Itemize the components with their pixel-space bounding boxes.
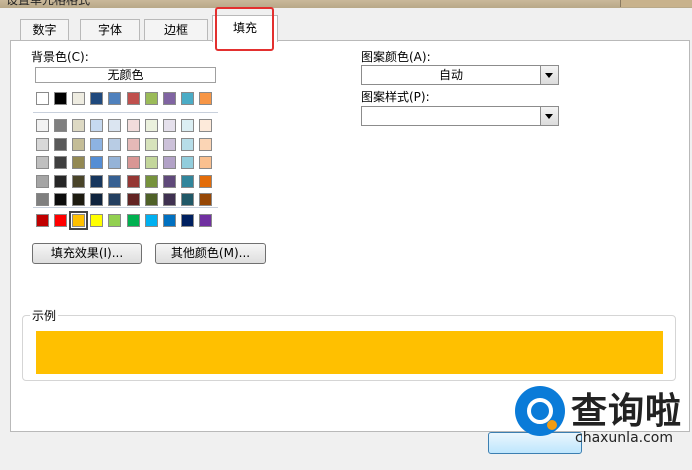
color-swatch-basic-2[interactable]	[72, 92, 86, 105]
color-swatch-shade-2-1[interactable]	[54, 156, 68, 169]
color-swatch-shade-3-6[interactable]	[144, 174, 158, 188]
sample-preview	[36, 331, 663, 374]
color-swatch-shade-1-8[interactable]	[180, 137, 194, 151]
standard-color-swatch-6[interactable]	[144, 214, 158, 227]
color-swatch-shade-4-7[interactable]	[162, 193, 176, 206]
color-swatch-shade-1-6[interactable]	[144, 137, 158, 151]
color-swatch-shade-0-7[interactable]	[162, 119, 176, 132]
color-swatch-shade-0-6[interactable]	[144, 119, 158, 132]
fill-panel: 背景色(C): 无颜色 填充效果(I)... 其他颜色(M)... 图案颜色(A…	[10, 40, 690, 432]
color-swatch-shade-3-7[interactable]	[162, 174, 176, 188]
color-swatch-shade-0-5[interactable]	[126, 119, 140, 132]
background-color-label: 背景色(C):	[31, 50, 89, 64]
color-swatch-shade-0-8[interactable]	[180, 119, 194, 132]
tab-font[interactable]: 字体	[80, 19, 140, 40]
palette-divider	[33, 112, 218, 113]
color-swatch-shade-1-0[interactable]	[36, 137, 49, 151]
logo-icon	[515, 386, 565, 436]
color-swatch-shade-3-8[interactable]	[180, 174, 194, 188]
color-swatch-shade-2-6[interactable]	[144, 156, 158, 169]
color-swatch-shade-3-0[interactable]	[36, 174, 49, 188]
pattern-style-label: 图案样式(P):	[361, 90, 430, 104]
color-swatch-basic-4[interactable]	[108, 92, 122, 105]
color-swatch-basic-3[interactable]	[90, 92, 104, 105]
color-swatch-shade-0-2[interactable]	[72, 119, 86, 132]
color-swatch-shade-1-2[interactable]	[72, 137, 86, 151]
color-swatch-shade-4-0[interactable]	[36, 193, 49, 206]
pattern-color-label: 图案颜色(A):	[361, 50, 431, 64]
color-swatch-shade-4-4[interactable]	[108, 193, 122, 206]
sample-label: 示例	[30, 307, 59, 324]
color-swatch-shade-3-3[interactable]	[90, 174, 104, 188]
window-title: 设置单元格格式	[6, 0, 91, 7]
standard-color-swatch-7[interactable]	[162, 214, 176, 227]
color-swatch-shade-4-8[interactable]	[180, 193, 194, 206]
more-colors-button[interactable]: 其他颜色(M)...	[155, 243, 266, 264]
window-titlebar: 设置单元格格式	[0, 0, 692, 8]
tab-number[interactable]: 数字	[20, 19, 69, 40]
standard-color-swatch-9[interactable]	[198, 214, 212, 227]
fill-effects-button[interactable]: 填充效果(I)...	[32, 243, 142, 264]
no-color-button[interactable]: 无颜色	[35, 67, 216, 83]
pattern-style-select[interactable]	[361, 106, 559, 126]
chevron-down-icon[interactable]	[540, 107, 558, 125]
color-swatch-shade-2-7[interactable]	[162, 156, 176, 169]
color-swatch-basic-5[interactable]	[126, 92, 140, 105]
standard-color-swatch-1[interactable]	[54, 214, 68, 227]
color-swatch-basic-9[interactable]	[198, 92, 212, 105]
color-swatch-basic-7[interactable]	[162, 92, 176, 105]
color-swatch-shade-4-9[interactable]	[198, 193, 212, 206]
color-swatch-shade-4-5[interactable]	[126, 193, 140, 206]
pattern-color-select[interactable]: 自动	[361, 65, 559, 85]
color-swatch-shade-2-3[interactable]	[90, 156, 104, 169]
watermark-logo: 查询啦 chaxunla.com	[515, 382, 685, 454]
color-swatch-shade-3-2[interactable]	[72, 174, 86, 188]
color-swatch-shade-3-4[interactable]	[108, 174, 122, 188]
color-swatch-shade-1-7[interactable]	[162, 137, 176, 151]
color-swatch-shade-1-1[interactable]	[54, 137, 68, 151]
color-swatch-shade-2-0[interactable]	[36, 156, 49, 169]
color-swatch-basic-0[interactable]	[36, 92, 49, 105]
standard-color-swatch-4[interactable]	[108, 214, 122, 227]
color-swatch-shade-3-1[interactable]	[54, 174, 68, 188]
color-swatch-shade-0-9[interactable]	[198, 119, 212, 132]
color-swatch-shade-1-5[interactable]	[126, 137, 140, 151]
color-swatch-shade-4-2[interactable]	[72, 193, 86, 206]
color-swatch-shade-1-9[interactable]	[198, 137, 212, 151]
color-swatch-shade-1-3[interactable]	[90, 137, 104, 151]
standard-color-swatch-8[interactable]	[180, 214, 194, 227]
standard-color-swatch-3[interactable]	[90, 214, 104, 227]
color-swatch-shade-1-4[interactable]	[108, 137, 122, 151]
pattern-color-value: 自动	[438, 68, 463, 82]
standard-color-swatch-5[interactable]	[126, 214, 140, 227]
palette-divider	[33, 207, 218, 208]
color-swatch-shade-2-8[interactable]	[180, 156, 194, 169]
color-swatch-shade-2-5[interactable]	[126, 156, 140, 169]
color-swatch-shade-0-3[interactable]	[90, 119, 104, 132]
color-swatch-shade-4-6[interactable]	[144, 193, 158, 206]
color-swatch-shade-2-2[interactable]	[72, 156, 86, 169]
color-swatch-shade-0-0[interactable]	[36, 119, 49, 132]
chevron-down-icon[interactable]	[540, 66, 558, 84]
close-button[interactable]	[620, 0, 692, 7]
color-swatch-shade-0-1[interactable]	[54, 119, 68, 132]
standard-color-swatch-2[interactable]	[69, 211, 89, 230]
color-swatch-shade-2-9[interactable]	[198, 156, 212, 169]
color-swatch-shade-2-4[interactable]	[108, 156, 122, 169]
color-swatch-shade-3-5[interactable]	[126, 174, 140, 188]
color-swatch-shade-4-1[interactable]	[54, 193, 68, 206]
watermark-url: chaxunla.com	[575, 430, 673, 446]
tab-fill[interactable]: 填充	[212, 15, 278, 42]
standard-color-swatch-0[interactable]	[36, 214, 49, 227]
color-swatch-shade-0-4[interactable]	[108, 119, 122, 132]
color-swatch-shade-4-3[interactable]	[90, 193, 104, 206]
color-swatch-basic-8[interactable]	[180, 92, 194, 105]
watermark-name: 查询啦	[571, 391, 683, 432]
tab-border[interactable]: 边框	[144, 19, 208, 40]
color-swatch-shade-3-9[interactable]	[198, 174, 212, 188]
color-swatch-basic-1[interactable]	[54, 92, 68, 105]
color-swatch-basic-6[interactable]	[144, 92, 158, 105]
